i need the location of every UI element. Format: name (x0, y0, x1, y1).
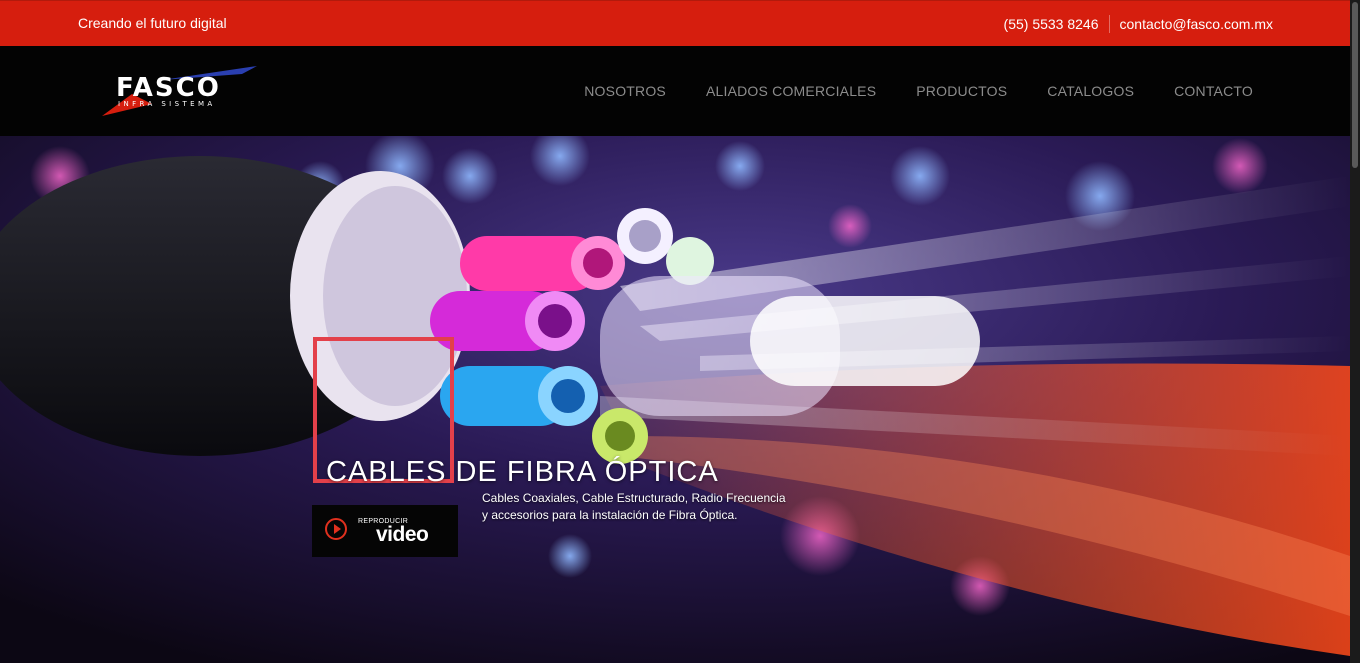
nav-nosotros[interactable]: NOSOTROS (584, 83, 666, 99)
email-link[interactable]: contacto@fasco.com.mx (1120, 16, 1274, 32)
hero-description-line-2: y accesorios para la instalación de Fibr… (482, 508, 738, 522)
scrollbar-thumb[interactable] (1352, 2, 1358, 168)
svg-text:FASCO: FASCO (116, 73, 221, 103)
top-bar: Creando el futuro digital (55) 5533 8246… (0, 0, 1350, 46)
nav-catalogos[interactable]: CATALOGOS (1047, 83, 1134, 99)
play-video-button[interactable]: REPRODUCIR video (312, 505, 458, 557)
fasco-logo-image: FASCO INFRA SISTEMA (102, 66, 257, 116)
hero-description-line-1: Cables Coaxiales, Cable Estructurado, Ra… (482, 491, 786, 505)
nav-productos[interactable]: PRODUCTOS (916, 83, 1007, 99)
main-nav: NOSOTROS ALIADOS COMERCIALES PRODUCTOS C… (584, 83, 1253, 99)
fasco-logo[interactable]: FASCO INFRA SISTEMA (102, 66, 262, 118)
hero-description: Cables Coaxiales, Cable Estructurado, Ra… (482, 490, 786, 524)
svg-text:INFRA SISTEMA: INFRA SISTEMA (118, 100, 216, 108)
page-scrollbar[interactable] (1350, 0, 1360, 663)
top-contact: (55) 5533 8246 contacto@fasco.com.mx (1004, 15, 1273, 33)
contact-divider (1108, 15, 1110, 33)
nav-contacto[interactable]: CONTACTO (1174, 83, 1253, 99)
phone-link[interactable]: (55) 5533 8246 (1004, 16, 1099, 32)
fiber-optic-hero-image (0, 136, 1350, 663)
hero-banner: CABLES DE FIBRA ÓPTICA Cables Coaxiales,… (0, 136, 1350, 663)
site-header: FASCO INFRA SISTEMA NOSOTROS ALIADOS COM… (0, 46, 1350, 136)
play-video-big-label: video (376, 523, 429, 546)
play-icon (325, 518, 347, 540)
nav-aliados-comerciales[interactable]: ALIADOS COMERCIALES (706, 83, 876, 99)
hero-title: CABLES DE FIBRA ÓPTICA (326, 456, 719, 489)
page: Creando el futuro digital (55) 5533 8246… (0, 0, 1360, 663)
tagline: Creando el futuro digital (78, 15, 227, 31)
